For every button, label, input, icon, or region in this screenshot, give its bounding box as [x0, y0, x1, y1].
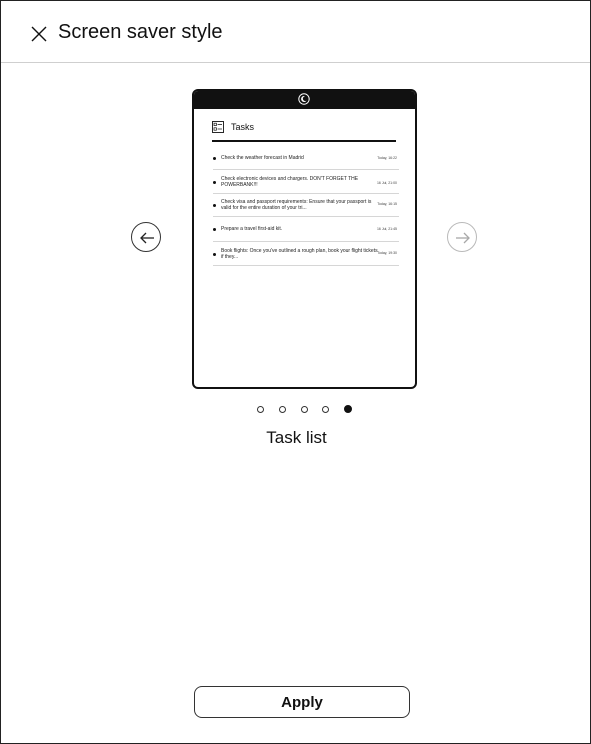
bullet [213, 181, 216, 184]
previous-style-button[interactable] [131, 222, 161, 252]
task-date: Today, 16:15 [377, 202, 397, 206]
task-list: Check the weather forecast in Madrid Tod… [213, 149, 399, 266]
bullet [213, 157, 216, 160]
arrow-left-icon [140, 232, 154, 244]
moon-icon [298, 93, 310, 105]
screen-saver-style-window: Screen saver style Tasks Check the weath… [0, 0, 591, 744]
pager-dot-active[interactable] [344, 405, 352, 413]
tasks-icon [212, 121, 224, 133]
bullet [213, 204, 216, 207]
pager-dot[interactable] [322, 405, 330, 413]
task-date: Today, 16:22 [377, 156, 397, 160]
pager-dot[interactable] [300, 405, 308, 413]
tasks-header: Tasks [212, 121, 398, 139]
screen-saver-preview: Tasks Check the weather forecast in Madr… [192, 89, 417, 389]
task-text: Check the weather forecast in Madrid [221, 155, 304, 161]
task-date: 16 Jul, 21:45 [376, 227, 397, 231]
tasks-underline [212, 140, 396, 142]
task-text: Book flights: Once you've outlined a rou… [221, 248, 378, 260]
task-date: Today, 19:30 [377, 251, 397, 255]
next-style-button[interactable] [447, 222, 477, 252]
task-item: Check the weather forecast in Madrid Tod… [213, 149, 399, 170]
task-date: 16 Jul, 21:00 [376, 181, 397, 185]
header: Screen saver style [1, 1, 590, 63]
task-item: Check visa and passport requirements: En… [213, 194, 399, 217]
page-title: Screen saver style [58, 21, 223, 43]
close-icon[interactable] [30, 25, 48, 43]
preview-status-bar [194, 91, 415, 109]
apply-button[interactable]: Apply [194, 686, 410, 718]
bullet [213, 228, 216, 231]
pager-dot[interactable] [278, 405, 286, 413]
task-text: Check visa and passport requirements: En… [221, 199, 372, 211]
task-text: Prepare a travel first-aid kit. [221, 226, 283, 232]
pager-dot[interactable] [257, 405, 264, 413]
bullet [213, 253, 216, 256]
style-pager [257, 404, 352, 414]
task-item: Check electronic devices and chargers. D… [213, 170, 399, 194]
tasks-title: Tasks [231, 122, 255, 132]
arrow-right-icon [456, 232, 470, 244]
task-item: Prepare a travel first-aid kit. 16 Jul, … [213, 217, 399, 242]
task-text: Check electronic devices and chargers. D… [221, 176, 359, 188]
style-name: Task list [266, 428, 327, 447]
task-item: Book flights: Once you've outlined a rou… [213, 242, 399, 266]
